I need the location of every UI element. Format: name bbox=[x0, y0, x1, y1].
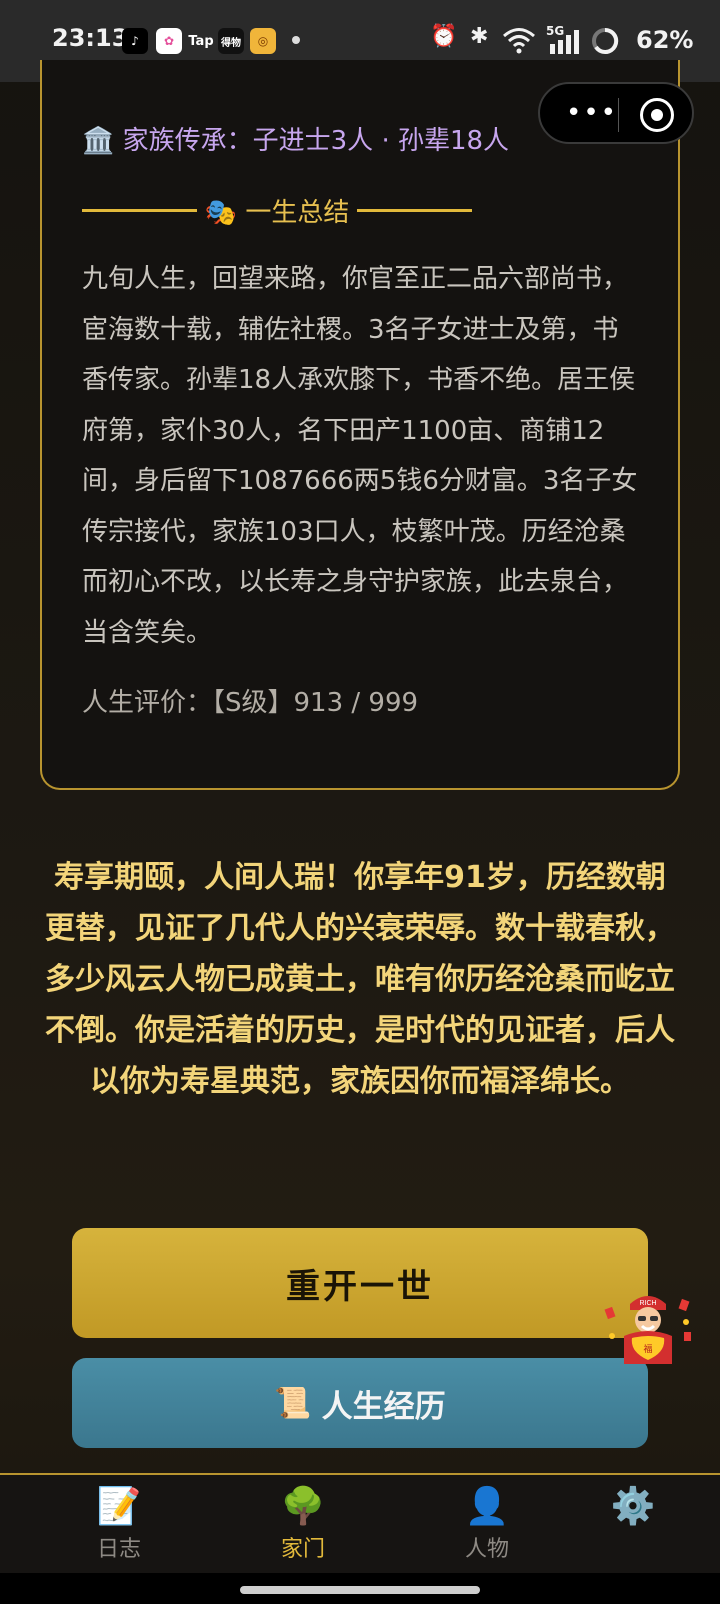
person-icon: 👤 bbox=[464, 1486, 510, 1527]
divider-line-right bbox=[357, 208, 472, 212]
mascot-chest-text: 福 bbox=[643, 1343, 652, 1355]
memo-icon: 📝 bbox=[96, 1486, 142, 1527]
wifi-icon bbox=[503, 28, 535, 54]
life-summary-text: 九旬人生，回望来路，你官至正二品六部尚书，宦海数十载，辅佐社稷。3名子女进士及第… bbox=[82, 264, 638, 648]
screen: 23:13 ♪ ✿ Tap 得物 ◎ ⏰ ✱ 5G 62% 🏛️ 家族传承：子进… bbox=[0, 0, 720, 1604]
section-title-text: 一生总结 bbox=[245, 197, 350, 228]
nav-item-characters[interactable]: 👤 人物 bbox=[432, 1485, 542, 1563]
restart-life-button[interactable]: 重开一世 bbox=[72, 1228, 648, 1338]
nav-item-settings[interactable]: ⚙️ bbox=[578, 1485, 688, 1531]
bluetooth-icon: ✱ bbox=[470, 24, 489, 49]
alarm-icon: ⏰ bbox=[430, 24, 458, 49]
tree-icon: 🌳 bbox=[280, 1486, 326, 1527]
battery-level: 62% bbox=[636, 26, 694, 54]
section-title: 🎭 一生总结 bbox=[197, 192, 358, 229]
battery-ring-icon bbox=[592, 27, 619, 54]
nav-item-label: 日志 bbox=[96, 1537, 141, 1562]
life-history-label: 人生经历 bbox=[321, 1388, 446, 1425]
fortune-mascot-icon[interactable]: RICH 福 bbox=[602, 1286, 694, 1368]
nav-item-label: 家门 bbox=[280, 1537, 325, 1562]
dewu-icon: 得物 bbox=[218, 28, 244, 54]
drama-masks-icon: 🎭 bbox=[204, 197, 238, 228]
life-history-button[interactable]: 📜 人生经历 bbox=[72, 1358, 648, 1448]
bank-icon: 🏛️ bbox=[82, 126, 115, 156]
nav-item-journal[interactable]: 📝 日志 bbox=[64, 1485, 174, 1563]
more-options-button[interactable]: ••• bbox=[566, 100, 616, 130]
epitaph-text: 寿享期颐，人间人瑞！你享年91岁，历经数朝更替，见证了几代人的兴衰荣辱。数十载春… bbox=[45, 860, 675, 1099]
tiktok-icon: ♪ bbox=[122, 28, 148, 54]
home-indicator[interactable] bbox=[240, 1586, 480, 1594]
capsule-separator bbox=[618, 98, 619, 132]
nav-item-family[interactable]: 🌳 家门 bbox=[248, 1485, 358, 1563]
close-mini-program-button[interactable] bbox=[640, 98, 674, 132]
life-rating: 人生评价：【S级】913 / 999 bbox=[82, 688, 419, 718]
divider-line-left bbox=[82, 208, 197, 212]
scroll-icon: 📜 bbox=[274, 1385, 312, 1421]
photos-icon: ✿ bbox=[156, 28, 182, 54]
mini-program-capsule: ••• bbox=[538, 82, 694, 144]
tap-icon: Tap bbox=[188, 33, 214, 49]
status-time: 23:13 bbox=[52, 24, 129, 52]
family-heritage-text: 家族传承：子进士3人 · 孙辈18人 bbox=[122, 126, 510, 156]
nav-item-label: 人物 bbox=[464, 1537, 509, 1562]
gear-icon: ⚙️ bbox=[610, 1486, 656, 1527]
mascot-badge: RICH bbox=[639, 1300, 656, 1307]
bottom-navigation: 📝 日志 🌳 家门 👤 人物 ⚙️ bbox=[0, 1473, 720, 1573]
family-heritage: 🏛️ 家族传承：子进士3人 · 孙辈18人 bbox=[82, 120, 509, 157]
section-divider: 🎭 一生总结 bbox=[82, 192, 472, 228]
more-notifications-dot bbox=[292, 36, 300, 44]
game-icon: ◎ bbox=[250, 28, 276, 54]
signal-icon bbox=[550, 30, 579, 54]
